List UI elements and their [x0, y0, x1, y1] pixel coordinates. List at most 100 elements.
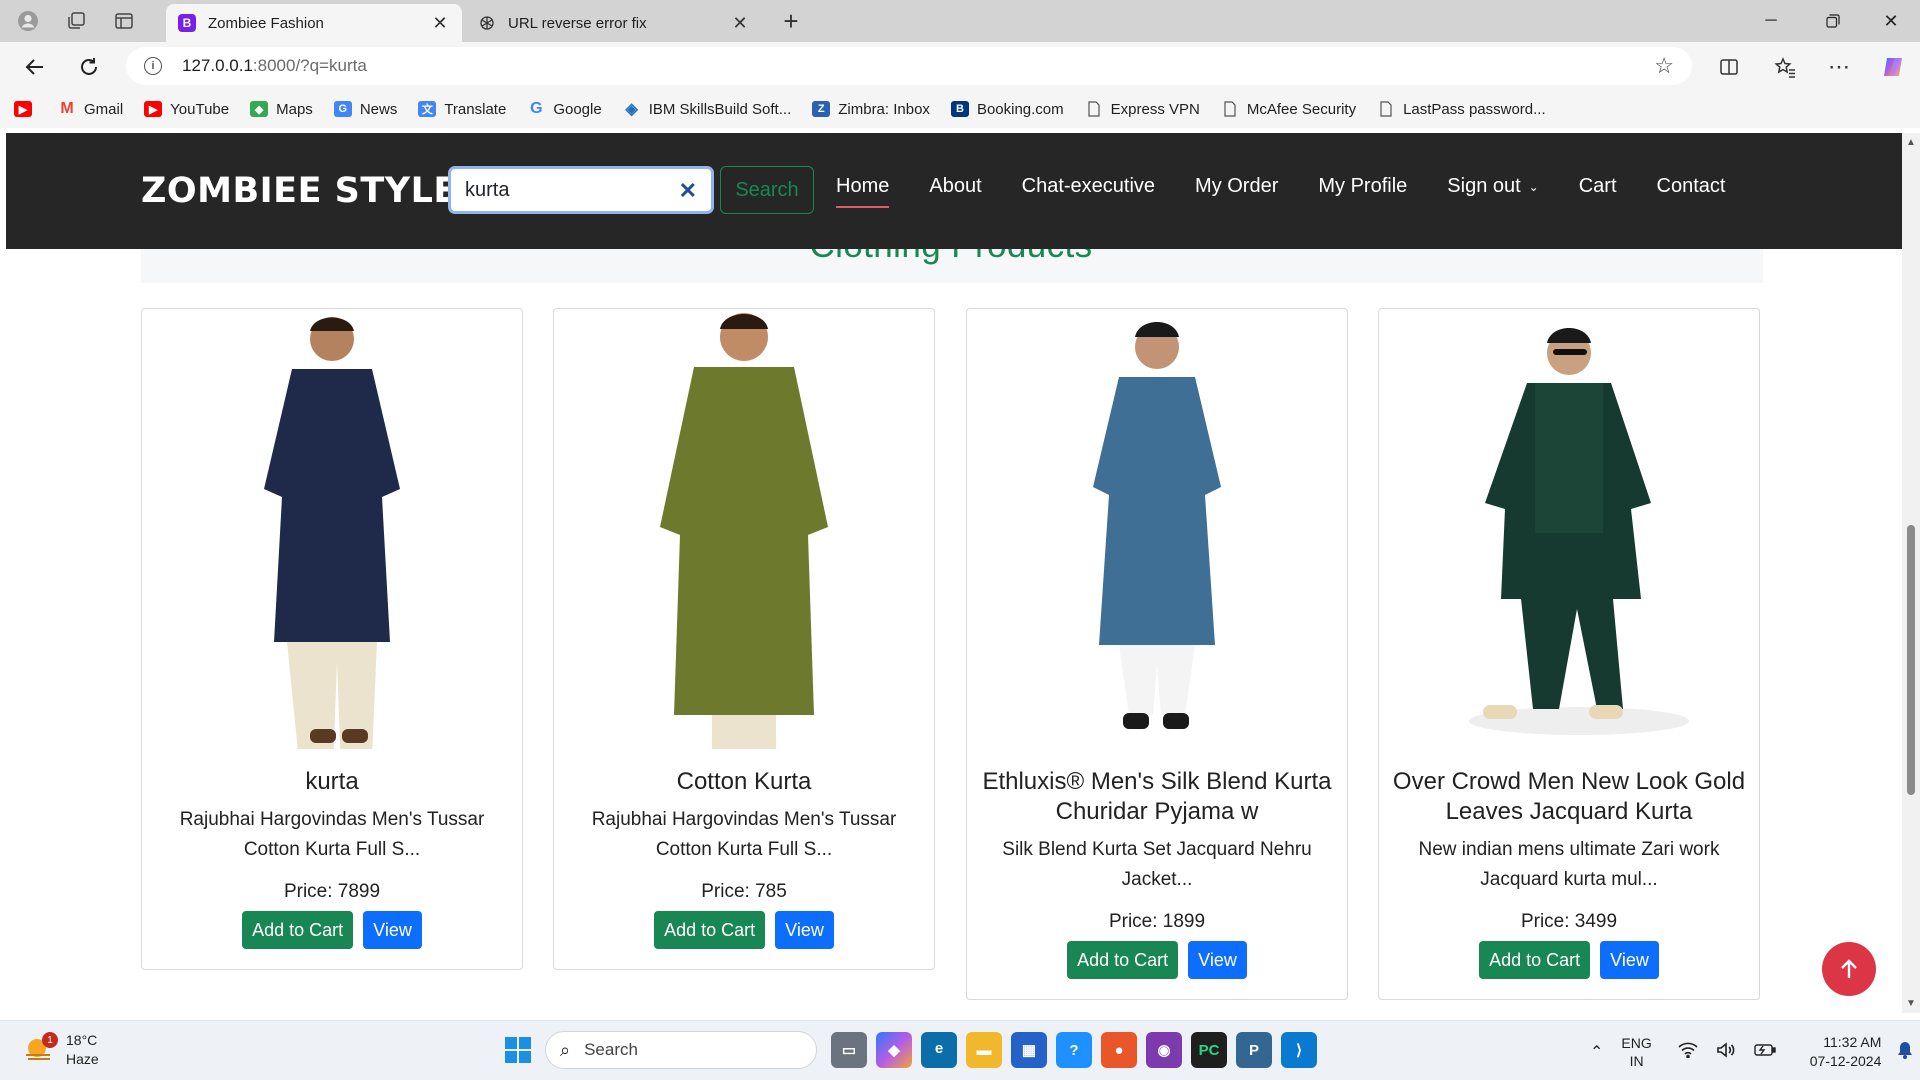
view-button[interactable]: View [775, 911, 834, 949]
bookmark-label: Google [553, 100, 602, 118]
bookmark-google[interactable]: G Google [527, 100, 602, 118]
close-window-icon[interactable]: ✕ [1868, 8, 1914, 34]
notification-badge: 1 [42, 1032, 58, 1048]
add-to-cart-button[interactable]: Add to Cart [1067, 941, 1179, 979]
bookmark-gmail[interactable]: M Gmail [58, 100, 123, 118]
bookmark-lastpass[interactable]: LastPass password... [1377, 101, 1546, 118]
close-tab-icon[interactable]: ✕ [730, 13, 750, 34]
nav-contact[interactable]: Contact [1657, 175, 1726, 206]
bookmark-zimbra[interactable]: Z Zimbra: Inbox [812, 101, 930, 118]
address-bar[interactable]: i 127.0.0.1:8000/?q=kurta ☆ [126, 47, 1692, 85]
bookmark-label: LastPass password... [1403, 100, 1546, 118]
vertical-tabs-icon[interactable] [110, 8, 138, 34]
browser-toolbar: i 127.0.0.1:8000/?q=kurta ☆ ⋯ [0, 42, 1920, 90]
product-description: Rajubhai Hargovindas Men's Tussar Cotton… [591, 809, 897, 860]
nav-my-order[interactable]: My Order [1195, 175, 1278, 206]
page-scrollbar[interactable]: ▲ ▼ [1902, 133, 1920, 1013]
chevron-down-icon: ⌄ [1528, 179, 1539, 194]
vscode-icon[interactable]: ⟩ [1281, 1032, 1317, 1068]
battery-icon[interactable] [1754, 1043, 1776, 1062]
bookmark-mcafee[interactable]: McAfee Security [1221, 101, 1356, 118]
scroll-to-top-button[interactable] [1822, 942, 1876, 996]
nav-chat-executive[interactable]: Chat-executive [1022, 175, 1155, 206]
close-tab-icon[interactable]: ✕ [430, 13, 450, 34]
system-clock[interactable]: 11:32 AM 07-12-2024 [1810, 1033, 1882, 1071]
help-tips-icon[interactable]: ? [1056, 1032, 1092, 1068]
weather-widget[interactable]: 1 18°C Haze [24, 1031, 99, 1069]
file-explorer-icon[interactable]: ▬ [966, 1032, 1002, 1068]
copilot-icon[interactable] [1876, 50, 1910, 84]
microsoft-store-icon[interactable]: ▦ [1011, 1032, 1047, 1068]
postgresql-icon[interactable]: P [1236, 1032, 1272, 1068]
bookmark-youtube-short[interactable]: ▶ [14, 101, 40, 117]
profile-icon[interactable] [14, 8, 42, 34]
nav-cart[interactable]: Cart [1579, 175, 1617, 206]
product-search-input[interactable]: kurta ✕ [448, 166, 714, 214]
pycharm-icon[interactable]: PC [1191, 1032, 1227, 1068]
translate-icon: 文 [418, 101, 437, 117]
product-image[interactable] [967, 309, 1347, 749]
add-to-cart-button[interactable]: Add to Cart [654, 911, 766, 949]
search-value: kurta [465, 178, 510, 201]
firefox-icon[interactable]: ● [1101, 1032, 1137, 1068]
page-viewport: Clothing Products ZOMBIEE STYLE kurta ✕ … [0, 133, 1902, 1013]
gmail-icon: M [60, 100, 74, 117]
refresh-icon[interactable] [72, 50, 106, 84]
site-brand[interactable]: ZOMBIEE STYLE [141, 171, 458, 211]
google-icon: G [530, 100, 543, 117]
bookmark-label: McAfee Security [1246, 100, 1357, 118]
bookmark-maps[interactable]: ◆ Maps [250, 101, 313, 118]
add-to-cart-button[interactable]: Add to Cart [242, 911, 354, 949]
tab-zombiee-fashion[interactable]: B Zombiee Fashion ✕ [166, 4, 462, 42]
minimize-icon[interactable]: ─ [1748, 8, 1794, 34]
nav-my-profile[interactable]: My Profile [1318, 175, 1407, 206]
vpn-mask-icon[interactable]: ◉ [1146, 1032, 1182, 1068]
task-view-icon[interactable]: ▭ [831, 1032, 867, 1068]
nav-home[interactable]: Home [836, 175, 890, 208]
bookmark-label: Maps [276, 100, 313, 118]
notification-bell-icon[interactable] [1897, 1041, 1913, 1064]
search-button[interactable]: Search [720, 166, 814, 214]
product-title: Over Crowd Men New Look Gold Leaves Jacq… [1392, 768, 1746, 825]
workspaces-icon[interactable] [62, 8, 90, 34]
bookmark-booking[interactable]: B Booking.com [950, 101, 1064, 118]
new-tab-icon[interactable]: + [776, 6, 806, 36]
product-image[interactable] [142, 309, 522, 749]
nav-about[interactable]: About [929, 175, 981, 206]
view-button[interactable]: View [1600, 941, 1659, 979]
edge-browser-icon[interactable]: e [921, 1032, 957, 1068]
more-options-icon[interactable]: ⋯ [1822, 50, 1856, 84]
view-button[interactable]: View [363, 911, 422, 949]
favorite-star-icon[interactable]: ☆ [1654, 53, 1674, 79]
bookmark-ibm-skillsbuild[interactable]: ◈ IBM SkillsBuild Soft... [623, 101, 792, 119]
favorites-icon[interactable] [1768, 50, 1802, 84]
add-to-cart-button[interactable]: Add to Cart [1479, 941, 1591, 979]
product-image[interactable] [554, 309, 934, 749]
bookmark-youtube[interactable]: ▶ YouTube [144, 101, 229, 118]
scrollbar-thumb[interactable] [1907, 525, 1915, 795]
bookmark-express-vpn[interactable]: Express VPN [1085, 101, 1200, 118]
bookmark-translate[interactable]: 文 Translate [418, 101, 506, 118]
language-indicator[interactable]: ENG IN [1621, 1034, 1651, 1070]
tab-url-reverse-error-fix[interactable]: URL reverse error fix ✕ [466, 4, 762, 42]
scroll-up-arrow-icon[interactable]: ▲ [1906, 137, 1916, 148]
back-icon[interactable] [18, 50, 52, 84]
nav-sign-out-dropdown[interactable]: Sign out ⌄ [1447, 175, 1538, 206]
volume-icon[interactable] [1716, 1041, 1736, 1063]
page-icon [1221, 101, 1239, 117]
split-screen-icon[interactable] [1712, 50, 1746, 84]
site-info-icon[interactable]: i [144, 57, 162, 75]
copilot-app-icon[interactable]: ◆ [876, 1032, 912, 1068]
taskbar-search-input[interactable]: ⌕ Search [545, 1031, 817, 1069]
bookmark-news[interactable]: G News [333, 101, 397, 118]
bootstrap-favicon-icon: B [178, 14, 196, 32]
windows-start-icon[interactable] [500, 1032, 536, 1068]
youtube-icon: ▶ [144, 101, 163, 117]
chevron-up-icon[interactable]: ⌃ [1590, 1042, 1603, 1062]
scroll-down-arrow-icon[interactable]: ▼ [1906, 998, 1916, 1009]
restore-icon[interactable] [1810, 8, 1856, 34]
wifi-icon[interactable] [1678, 1042, 1698, 1063]
product-image[interactable] [1379, 309, 1759, 749]
clear-search-icon[interactable]: ✕ [679, 178, 697, 204]
view-button[interactable]: View [1188, 941, 1247, 979]
